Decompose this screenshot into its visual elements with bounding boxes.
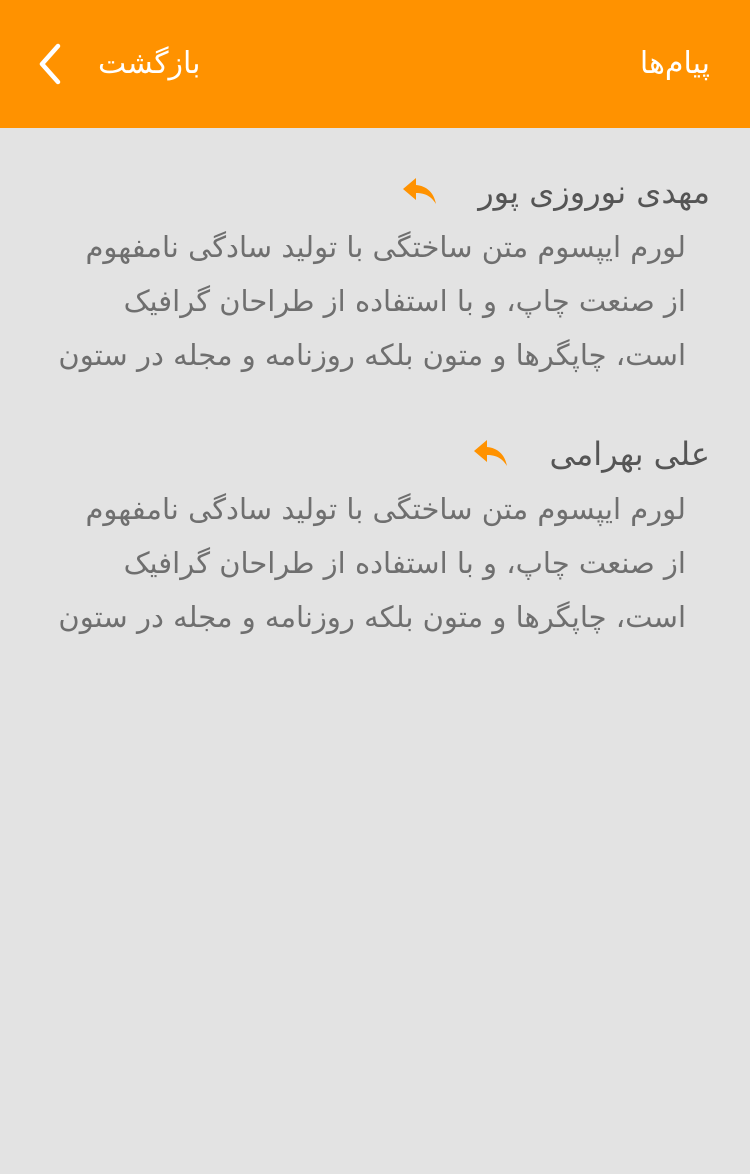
message-header: مهدی نوروزی پور (402, 168, 710, 216)
message-line: لورم ایپسوم متن ساختگی با تولید سادگی نا… (85, 492, 686, 526)
message-text: لورم ایپسوم متن ساختگی با تولید سادگی نا… (36, 482, 686, 644)
reply-icon[interactable] (402, 176, 438, 208)
message-line: لورم ایپسوم متن ساختگی با تولید سادگی نا… (85, 230, 686, 264)
reply-icon[interactable] (473, 438, 509, 470)
message-item: علی بهرامی لورم ایپسوم متن ساختگی با تول… (0, 390, 750, 652)
message-text: لورم ایپسوم متن ساختگی با تولید سادگی نا… (36, 220, 686, 382)
app-header: پیام‌ها بازگشت (0, 0, 750, 128)
message-line: است، چاپگرها و متون بلکه روزنامه و مجله … (58, 338, 686, 372)
chevron-left-icon (39, 43, 61, 85)
message-line: از صنعت چاپ، و با استفاده از طراحان گراف… (123, 546, 686, 580)
sender-name: مهدی نوروزی پور (478, 173, 710, 211)
message-line: است، چاپگرها و متون بلکه روزنامه و مجله … (58, 600, 686, 634)
back-button-label: بازگشت (98, 46, 201, 81)
messages-screen: پیام‌ها بازگشت مهدی نوروزی پور لورم ایپس… (0, 0, 750, 1174)
message-list: مهدی نوروزی پور لورم ایپسوم متن ساختگی ب… (0, 128, 750, 652)
sender-name: علی بهرامی (549, 435, 710, 473)
message-line: از صنعت چاپ، و با استفاده از طراحان گراف… (123, 284, 686, 318)
back-button[interactable]: بازگشت (28, 32, 228, 96)
message-header: علی بهرامی (473, 430, 710, 478)
page-title: پیام‌ها (639, 46, 710, 81)
message-item: مهدی نوروزی پور لورم ایپسوم متن ساختگی ب… (0, 128, 750, 390)
